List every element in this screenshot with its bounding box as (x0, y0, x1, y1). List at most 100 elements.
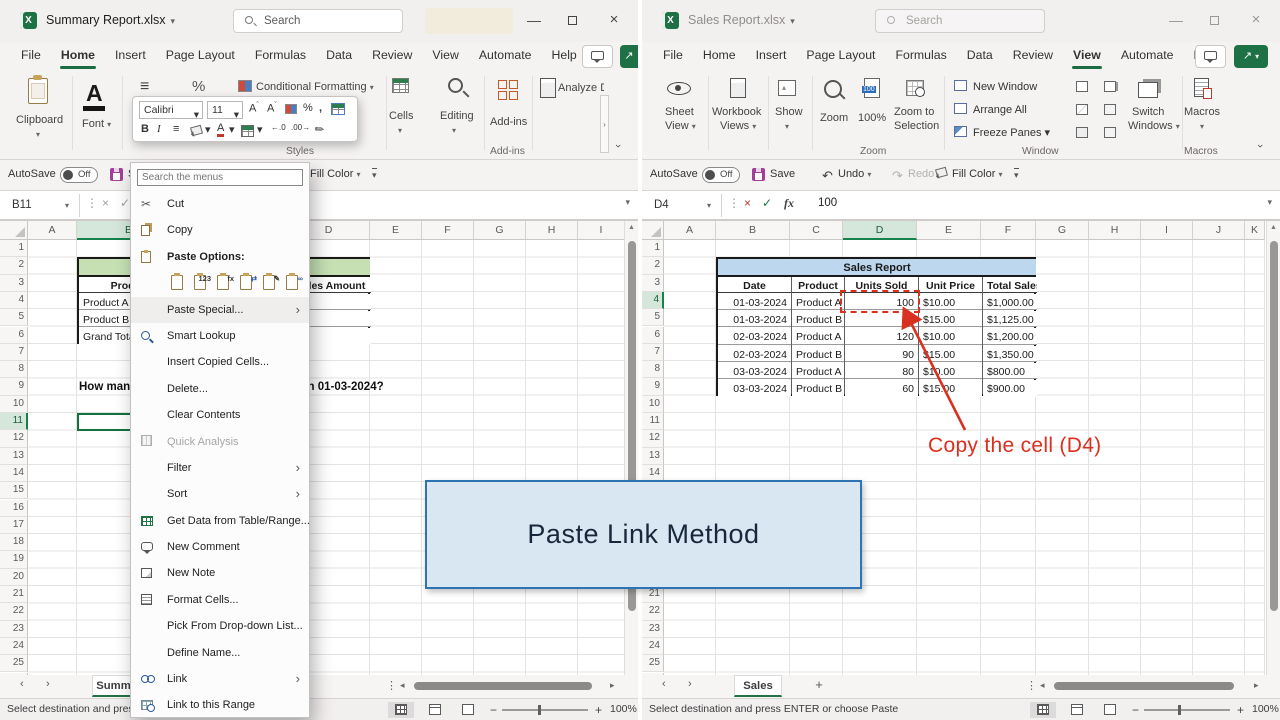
menu-item-format-cells-[interactable]: Format Cells... (131, 587, 309, 613)
row-header-3[interactable]: 3 (642, 275, 664, 292)
next-sheet-icon[interactable]: › (688, 678, 692, 690)
conditional-formatting-button[interactable]: Conditional Formatting ▾ (256, 81, 374, 93)
table-cell[interactable]: 03-03-2024 (718, 363, 791, 379)
menu-item-define-name-[interactable]: Define Name... (131, 640, 309, 666)
normal-view-icon[interactable] (388, 702, 414, 718)
table-cell[interactable]: Product A (792, 328, 844, 344)
row-header-20[interactable]: 20 (0, 569, 28, 586)
column-header-C[interactable]: C (790, 221, 843, 240)
menu-item-new-comment[interactable]: New Comment (131, 534, 309, 560)
window-title[interactable]: Summary Report.xlsx▾ (46, 13, 175, 27)
split-icon[interactable] (1076, 81, 1088, 92)
row-header-24[interactable]: 24 (642, 638, 664, 655)
paste-link-icon[interactable]: ∞ (282, 273, 304, 293)
table-cell[interactable]: $10.00 (919, 294, 982, 310)
row-header-12[interactable]: 12 (642, 430, 664, 447)
show-button[interactable]: Show (775, 106, 803, 118)
paste-options-row[interactable]: 123fx⇄✎∞ (131, 270, 309, 296)
sheet-view-button[interactable]: Sheet (665, 106, 694, 118)
column-header-G[interactable]: G (474, 221, 526, 240)
row-header-4[interactable]: 4 (0, 292, 28, 309)
zoom-out-icon[interactable]: − (490, 703, 497, 717)
column-header-E[interactable]: E (370, 221, 422, 240)
menu-item-filter[interactable]: Filter› (131, 455, 309, 481)
row-header-7[interactable]: 7 (0, 344, 28, 361)
insert-function-icon[interactable]: fx (784, 196, 794, 211)
row-header-3[interactable]: 3 (0, 275, 28, 292)
tab-home[interactable]: Home (694, 42, 745, 70)
table-cell[interactable]: $10.00 (919, 363, 982, 379)
row-header-11[interactable]: 11 (642, 413, 664, 430)
row-header-2[interactable]: 2 (642, 257, 664, 274)
row-header-19[interactable]: 19 (0, 551, 28, 568)
tab-page-layout[interactable]: Page Layout (157, 42, 244, 70)
row-header-17[interactable]: 17 (0, 517, 28, 534)
workbook-views-button[interactable]: Workbook (712, 106, 761, 118)
column-header-I[interactable]: I (578, 221, 625, 240)
row-header-24[interactable]: 24 (0, 638, 28, 655)
switch-windows-button[interactable]: Switch (1132, 106, 1164, 118)
zoom-100-button[interactable]: 100% (858, 112, 886, 124)
table-cell[interactable]: Product B (792, 311, 844, 327)
borders-icon[interactable] (241, 125, 254, 137)
table-cell[interactable]: 120 (845, 328, 918, 344)
sheet-tab-sales[interactable]: Sales (734, 675, 782, 697)
row-header-5[interactable]: 5 (642, 309, 664, 326)
table-cell[interactable]: 60 (845, 380, 918, 396)
save-icon[interactable] (110, 168, 123, 181)
zoom-slider-knob[interactable] (538, 705, 541, 715)
next-sheet-icon[interactable]: › (46, 678, 50, 690)
column-header-I[interactable]: I (1141, 221, 1193, 240)
tab-formulas[interactable]: Formulas (886, 42, 955, 70)
decrease-font-icon[interactable]: Aˇ (267, 102, 277, 115)
ribbon-expand-strip[interactable]: › (600, 95, 609, 153)
row-header-25[interactable]: 25 (642, 655, 664, 672)
tab-file[interactable]: File (12, 42, 50, 70)
row-header-1[interactable]: 1 (642, 240, 664, 257)
table-cell[interactable]: $1,200.00 (983, 328, 1037, 344)
column-header-K[interactable]: K (1245, 221, 1265, 240)
zoom-slider[interactable] (1144, 709, 1230, 711)
row-header-13[interactable]: 13 (642, 448, 664, 465)
maximize-button[interactable] (1198, 6, 1230, 34)
undo-icon[interactable]: ↶ (822, 168, 833, 184)
enter-icon[interactable]: ✓ (762, 196, 772, 210)
row-header-18[interactable]: 18 (0, 534, 28, 551)
horizontal-scrollbar[interactable] (410, 681, 602, 691)
more-options-icon[interactable]: ⋮ (86, 196, 98, 210)
table-cell[interactable]: Product A (792, 363, 844, 379)
increase-decimal-icon[interactable]: ←.0 (271, 123, 286, 132)
add-ins-button[interactable]: Add-ins (490, 116, 527, 128)
row-header-16[interactable]: 16 (0, 500, 28, 517)
tab-automate[interactable]: Automate (1112, 42, 1183, 70)
prev-sheet-icon[interactable]: ‹ (662, 678, 666, 690)
select-all-corner[interactable] (642, 221, 664, 240)
column-header-D[interactable]: D (843, 221, 917, 240)
zoom-slider-knob[interactable] (1178, 705, 1181, 715)
row-header-22[interactable]: 22 (0, 603, 28, 620)
column-header-J[interactable]: J (1193, 221, 1245, 240)
minimize-button[interactable]: — (1160, 6, 1192, 34)
table-cell[interactable]: Product B (792, 346, 844, 362)
vertical-scrollbar[interactable]: ▲ (624, 221, 638, 675)
tab-view[interactable]: View (1064, 42, 1110, 70)
brush-icon[interactable]: ✎ (312, 122, 327, 138)
horizontal-scrollbar[interactable] (1050, 681, 1250, 691)
expand-formula-bar-icon[interactable]: ▾ (625, 197, 630, 208)
row-header-9[interactable]: 9 (642, 378, 664, 395)
format-painter-icon[interactable] (285, 104, 297, 114)
close-button[interactable]: × (598, 6, 630, 34)
hide-window-icon[interactable] (1076, 104, 1088, 115)
share-button[interactable]: ↗ (620, 45, 638, 68)
formula-value[interactable]: 100 (818, 197, 837, 209)
italic-icon[interactable]: I (157, 123, 161, 135)
tab-data[interactable]: Data (317, 42, 361, 70)
page-layout-view-icon[interactable] (1064, 702, 1090, 718)
bold-icon[interactable]: B (141, 123, 149, 135)
merge-center-icon[interactable] (331, 103, 345, 115)
analyze-data-button[interactable]: Analyze Da (558, 82, 604, 94)
vertical-scrollbar[interactable]: ▲ (1266, 221, 1280, 675)
fill-color-icon[interactable] (190, 125, 203, 137)
row-header-11[interactable]: 11 (0, 413, 28, 430)
row-header-13[interactable]: 13 (0, 448, 28, 465)
